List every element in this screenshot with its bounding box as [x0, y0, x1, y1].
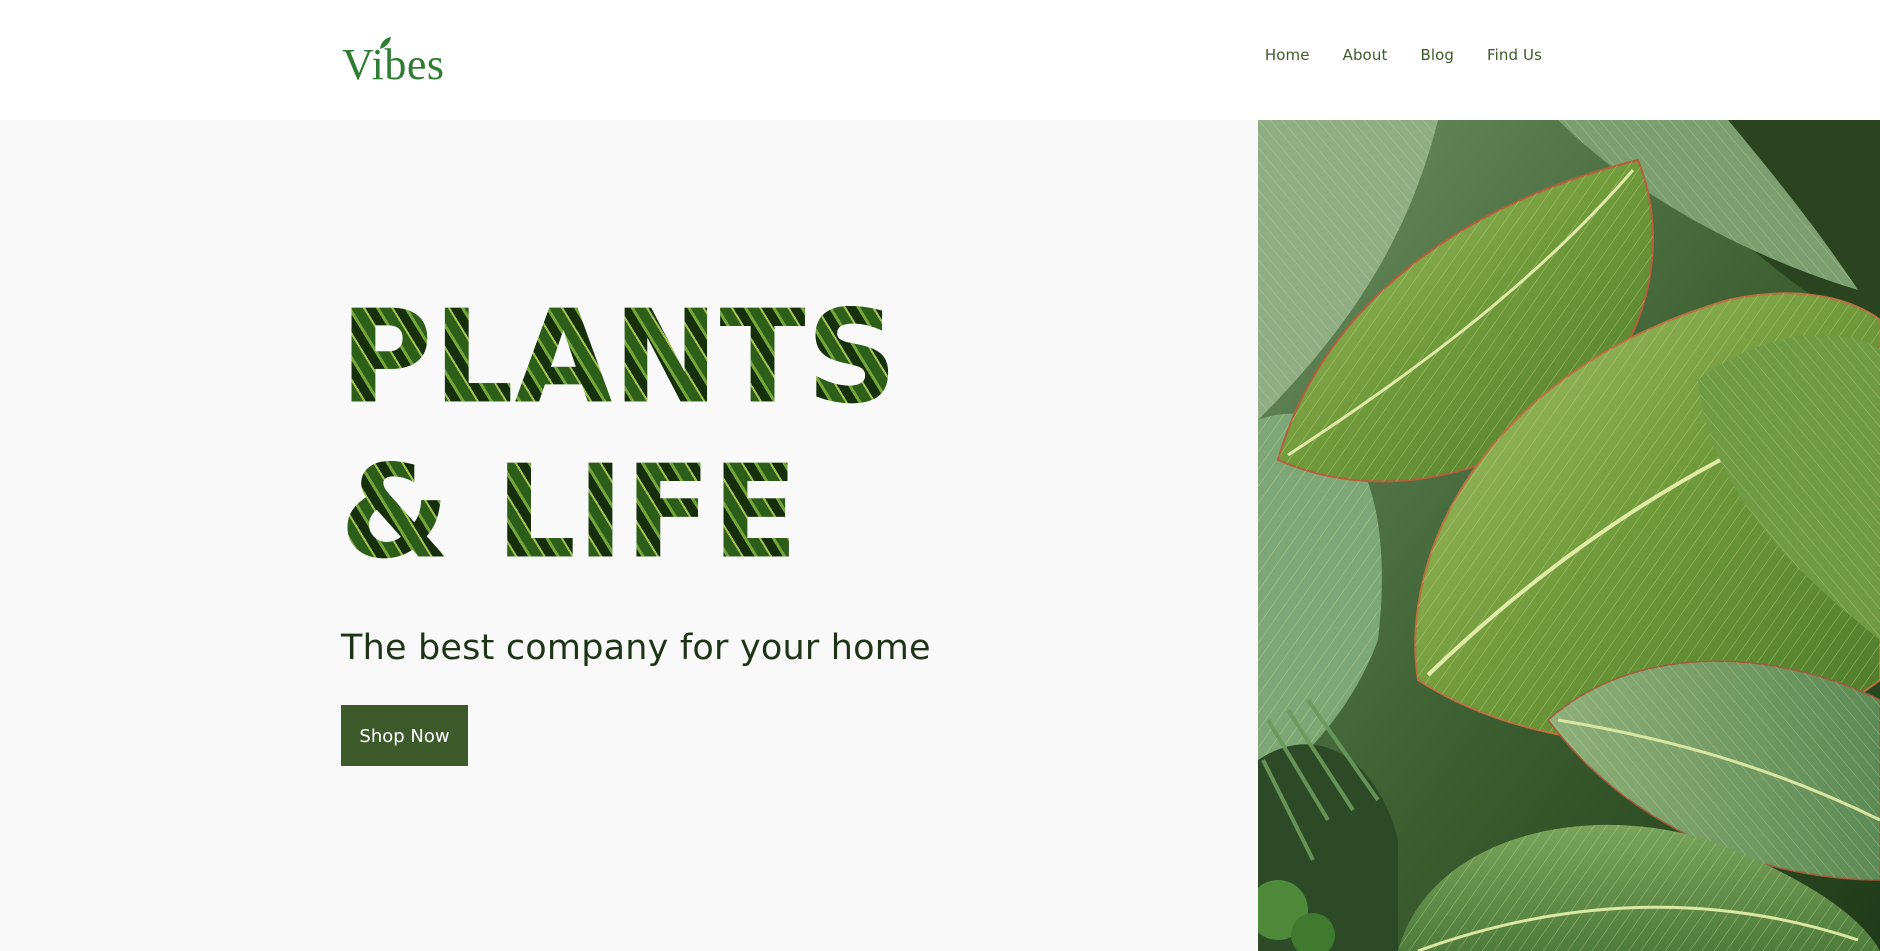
hero-leaf-photo — [1258, 120, 1880, 951]
nav-item-blog[interactable]: Blog — [1420, 46, 1454, 64]
leaves-illustration — [1258, 120, 1880, 951]
hero-title-line-2: & LIFE — [340, 437, 800, 588]
hero-title: PLANTS & LIFE — [340, 280, 1040, 591]
leaf-icon — [380, 37, 391, 49]
main-nav: Home About Blog Find Us — [1265, 46, 1542, 64]
shop-now-button[interactable]: Shop Now — [341, 705, 468, 766]
brand-logo-text: Vibes — [342, 40, 445, 89]
nav-item-find-us[interactable]: Find Us — [1487, 46, 1542, 64]
hero-text-block: PLANTS & LIFE The best company for your … — [340, 280, 1040, 766]
nav-item-home[interactable]: Home — [1265, 46, 1310, 64]
hero-subtitle: The best company for your home — [341, 628, 931, 668]
site-header: Vibes Home About Blog Find Us — [0, 0, 1880, 120]
hero-title-line-1: PLANTS — [340, 282, 899, 432]
nav-item-about[interactable]: About — [1343, 46, 1388, 64]
brand-logo[interactable]: Vibes — [342, 30, 445, 90]
